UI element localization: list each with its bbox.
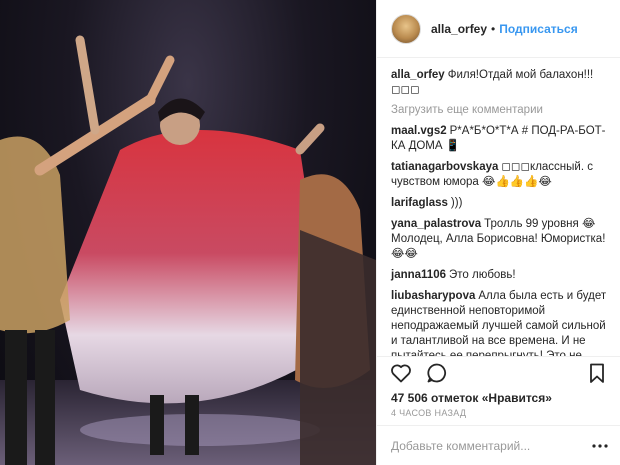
add-comment-input[interactable] (391, 438, 591, 453)
caption-username[interactable]: alla_orfey (391, 69, 445, 81)
post-side-panel: alla_orfey • Подписаться alla_orfey Филя!… (376, 0, 620, 465)
avatar[interactable] (391, 13, 421, 44)
bookmark-icon[interactable] (585, 361, 609, 385)
comment-item: maal.vgs2 Р*А*Б*О*Т*А # ПОД-РА-БОТ-КА ДОМ… (391, 124, 607, 154)
more-options-icon[interactable] (591, 437, 609, 455)
comment-username[interactable]: maal.vgs2 (391, 125, 447, 137)
comment-item: yana_palastrova Тролль 99 уровня 😂 Молоде… (391, 217, 607, 262)
comment-item: tatianagarbovskaya ◻◻◻классный. с чувство… (391, 160, 607, 190)
comment-item: liubasharypova Алла была есть и будет еди… (391, 289, 607, 356)
photo-scene (0, 35, 376, 465)
comment-username[interactable]: janna1106 (391, 269, 446, 281)
post-timestamp: 4 ЧАСОВ НАЗАД (391, 408, 467, 418)
comment-text: ))) (450, 197, 463, 209)
performer-robe (60, 130, 330, 404)
comment-text: Это любовь! (448, 269, 516, 281)
load-more-comments-link[interactable]: Загрузить еще комментарии (391, 104, 607, 116)
stage-light (80, 414, 320, 446)
comment-icon[interactable] (425, 361, 449, 385)
caption: alla_orfey Филя!Отдай мой балахон!!! ◻◻◻ (391, 68, 607, 98)
post-header: alla_orfey • Подписаться (377, 0, 620, 58)
comment-username[interactable]: larifaglass (391, 197, 448, 209)
comment-item: janna1106 Это любовь! (391, 268, 607, 283)
heart-icon[interactable] (389, 361, 413, 385)
comment-username[interactable]: liubasharypova (391, 290, 475, 302)
comment-item: larifaglass))) (391, 196, 607, 211)
post-photo[interactable] (0, 0, 376, 465)
follow-button[interactable]: Подписаться (499, 22, 577, 36)
dancer-left (0, 136, 70, 334)
comments-list[interactable]: alla_orfey Филя!Отдай мой балахон!!! ◻◻◻ … (377, 58, 620, 356)
comment-username[interactable]: tatianagarbovskaya (391, 161, 498, 173)
comment-username[interactable]: yana_palastrova (391, 218, 481, 230)
add-comment-bar (377, 425, 620, 465)
likes-count[interactable]: 47 506 отметок «Нравится» (391, 391, 552, 405)
separator-dot: • (491, 21, 496, 36)
action-bar (377, 356, 620, 388)
author-username[interactable]: alla_orfey (431, 22, 487, 36)
